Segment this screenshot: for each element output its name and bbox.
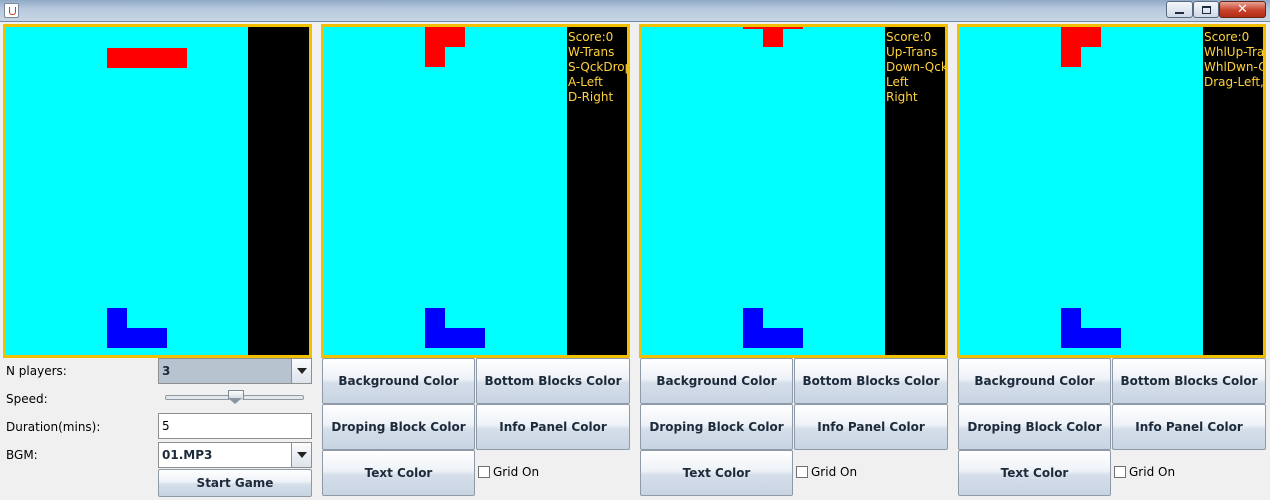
info-panel: Score:0 WhlUp-Tra WhlDwn-Q Drag-Left,R [1203, 27, 1263, 355]
chevron-down-icon[interactable] [291, 359, 311, 383]
bottom-blocks-color-button[interactable]: Bottom Blocks Color [794, 358, 948, 404]
info-control: WhlDwn-Q [1204, 60, 1263, 74]
dropping-block [763, 27, 783, 47]
bottom-block [107, 328, 167, 348]
maximize-icon [1201, 5, 1211, 14]
info-control: Up-Trans [886, 45, 938, 59]
minimize-icon [1175, 11, 1184, 14]
background-color-button[interactable]: Background Color [322, 358, 475, 404]
info-score: Score:0 [1204, 30, 1250, 44]
info-control: Down-Qck [886, 60, 945, 74]
background-color-button[interactable]: Background Color [958, 358, 1111, 404]
dropping-block-color-button[interactable]: Droping Block Color [322, 404, 475, 450]
player-1-board: Score:0 W-Trans S-QckDrop A-Left D-Right [321, 24, 630, 358]
info-control: S-QckDrop [568, 60, 627, 74]
grid-on-label[interactable]: Grid On [811, 465, 857, 479]
info-control: Right [886, 90, 918, 104]
dropping-block-color-button[interactable]: Droping Block Color [640, 404, 793, 450]
info-panel-color-button[interactable]: Info Panel Color [476, 404, 630, 450]
info-score: Score:0 [568, 30, 614, 44]
player-3-board: Score:0 WhlUp-Tra WhlDwn-Q Drag-Left,R [957, 24, 1266, 358]
close-button[interactable]: ✕ [1219, 1, 1266, 18]
bottom-block [425, 328, 485, 348]
grid-on-label[interactable]: Grid On [1129, 465, 1175, 479]
info-control: Left [886, 75, 909, 89]
bottom-block [1061, 328, 1121, 348]
player-2-board: Score:0 Up-Trans Down-Qck Left Right [639, 24, 948, 358]
players-select-value: 3 [162, 364, 171, 378]
text-color-button[interactable]: Text Color [958, 450, 1111, 496]
text-color-button[interactable]: Text Color [322, 450, 475, 496]
info-panel-color-button[interactable]: Info Panel Color [794, 404, 948, 450]
info-panel: Score:0 W-Trans S-QckDrop A-Left D-Right [567, 27, 627, 355]
dropping-block [1061, 27, 1081, 67]
info-panel: Score:0 Up-Trans Down-Qck Left Right [885, 27, 945, 355]
bgm-select-value: 01.MP3 [162, 448, 213, 462]
info-control: A-Left [568, 75, 603, 89]
info-control: WhlUp-Tra [1204, 45, 1263, 59]
bottom-blocks-color-button[interactable]: Bottom Blocks Color [476, 358, 630, 404]
info-control: W-Trans [568, 45, 615, 59]
text-color-button[interactable]: Text Color [640, 450, 793, 496]
close-icon: ✕ [1237, 2, 1248, 17]
dropping-block [107, 48, 187, 68]
maximize-button[interactable] [1193, 1, 1219, 18]
speed-slider-thumb[interactable] [227, 390, 244, 404]
minimize-button[interactable] [1166, 1, 1193, 18]
info-control: Drag-Left,R [1204, 75, 1263, 89]
duration-label: Duration(mins): [6, 420, 101, 434]
java-cup-icon[interactable] [4, 3, 19, 18]
info-control: D-Right [568, 90, 614, 104]
grid-on-checkbox[interactable] [1114, 466, 1126, 478]
info-score: Score:0 [886, 30, 932, 44]
info-panel [248, 27, 309, 355]
bgm-select[interactable]: 01.MP3 [158, 442, 312, 468]
grid-on-checkbox[interactable] [478, 466, 490, 478]
preview-board [3, 24, 312, 358]
grid-on-label[interactable]: Grid On [493, 465, 539, 479]
info-panel-color-button[interactable]: Info Panel Color [1112, 404, 1266, 450]
bgm-label: BGM: [6, 448, 38, 462]
background-color-button[interactable]: Background Color [640, 358, 793, 404]
duration-input[interactable]: 5 [158, 413, 312, 439]
players-select[interactable]: 3 [158, 358, 312, 384]
start-game-button[interactable]: Start Game [158, 469, 312, 497]
bottom-block [743, 328, 803, 348]
players-label: N players: [6, 364, 67, 378]
grid-on-checkbox[interactable] [796, 466, 808, 478]
dropping-block [425, 27, 445, 67]
chevron-down-icon[interactable] [291, 443, 311, 467]
window-title-bar[interactable]: ✕ [0, 0, 1270, 22]
dropping-block-color-button[interactable]: Droping Block Color [958, 404, 1111, 450]
speed-label: Speed: [6, 392, 48, 406]
bottom-blocks-color-button[interactable]: Bottom Blocks Color [1112, 358, 1266, 404]
